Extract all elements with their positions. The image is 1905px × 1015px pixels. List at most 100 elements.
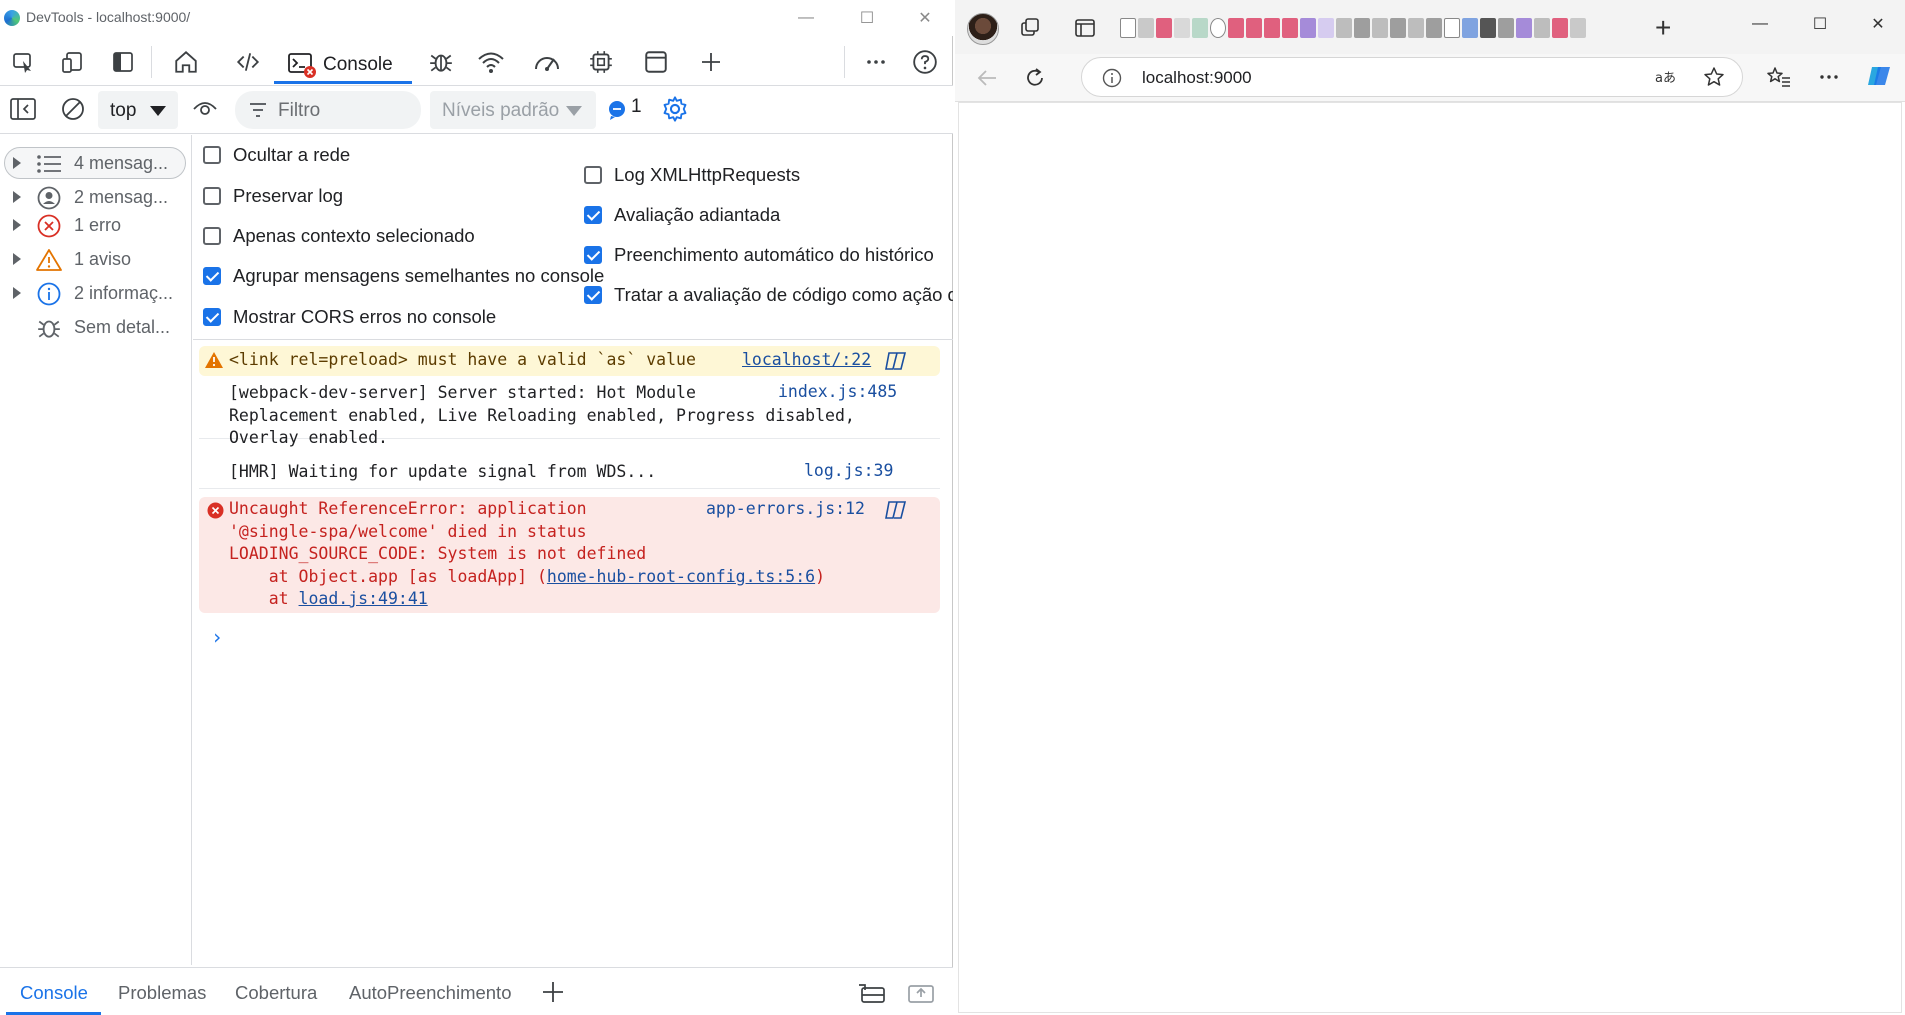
tab-favicon-icon[interactable]	[1498, 18, 1514, 38]
browser-close-button[interactable]: ✕	[1855, 10, 1901, 38]
expand-arrow-icon[interactable]	[13, 219, 21, 231]
stack-frame-link[interactable]: load.js:49:41	[299, 589, 428, 608]
dock-side-icon[interactable]	[106, 46, 140, 78]
tab-favicon-icon[interactable]	[1174, 18, 1190, 38]
copilot-icon[interactable]	[1865, 62, 1893, 90]
expand-arrow-icon[interactable]	[13, 157, 21, 169]
drawer-tab-problems[interactable]: Problemas	[118, 982, 206, 1004]
sidebar-item-errors[interactable]: 1 erro	[0, 208, 190, 242]
browser-maximize-button[interactable]: ☐	[1797, 10, 1843, 38]
sidebar-item-messages[interactable]: 4 mensag...	[0, 146, 190, 180]
profile-avatar[interactable]	[967, 13, 999, 45]
tab-favicon-icon[interactable]	[1408, 18, 1424, 38]
tab-favicon-icon[interactable]	[1444, 18, 1460, 38]
tab-favicon-icon[interactable]	[1120, 18, 1136, 38]
close-drawer-icon[interactable]	[908, 982, 934, 1009]
copilot-explain-icon[interactable]	[885, 352, 907, 374]
reload-icon[interactable]	[1021, 64, 1049, 92]
more-options-icon[interactable]	[859, 46, 893, 78]
home-icon[interactable]	[169, 46, 203, 78]
log-levels-dropdown[interactable]: Níveis padrão	[430, 91, 596, 129]
favorites-list-icon[interactable]	[1765, 63, 1793, 91]
inspect-element-icon[interactable]	[6, 46, 40, 78]
tab-favicon-icon[interactable]	[1570, 18, 1586, 38]
drawer-tab-console[interactable]: Console	[20, 982, 88, 1004]
checkbox-checked[interactable]	[203, 308, 221, 326]
drawer-tab-autofill[interactable]: AutoPreenchimento	[349, 982, 512, 1004]
drawer-tab-coverage[interactable]: Cobertura	[235, 982, 317, 1004]
clear-console-icon[interactable]	[56, 93, 90, 125]
sidebar-item-verbose[interactable]: Sem detal...	[0, 310, 190, 344]
elements-icon[interactable]	[231, 46, 265, 78]
expand-arrow-icon[interactable]	[13, 253, 21, 265]
address-bar[interactable]: localhost:9000 aあ	[1081, 57, 1743, 97]
expand-arrow-icon[interactable]	[13, 287, 21, 299]
checkbox-checked[interactable]	[584, 286, 602, 304]
setting-selected-context-only[interactable]: Apenas contexto selecionado	[203, 222, 475, 250]
checkbox[interactable]	[584, 166, 602, 184]
live-expression-eye-icon[interactable]	[188, 93, 222, 125]
sidebar-item-info[interactable]: 2 informaç...	[0, 276, 190, 310]
tab-favicon-icon[interactable]	[1192, 18, 1208, 38]
tab-favicon-icon[interactable]	[1390, 18, 1406, 38]
show-sidebar-icon[interactable]	[6, 93, 40, 125]
stack-frame-link[interactable]: home-hub-root-config.ts:5:6	[547, 567, 815, 586]
tab-favicon-icon[interactable]	[1300, 18, 1316, 38]
dock-drawer-icon[interactable]	[858, 982, 886, 1009]
checkbox[interactable]	[203, 227, 221, 245]
settings-more-icon[interactable]	[1815, 63, 1843, 91]
new-tab-plus-icon[interactable]: +	[1655, 12, 1671, 44]
back-arrow-icon[interactable]	[973, 64, 1001, 92]
setting-log-xhr[interactable]: Log XMLHttpRequests	[584, 161, 800, 189]
tab-favicon-icon[interactable]	[1156, 18, 1172, 38]
network-wifi-icon[interactable]	[474, 46, 508, 78]
issues-chat-icon[interactable]	[607, 100, 627, 125]
tab-favicon-icon[interactable]	[1552, 18, 1568, 38]
console-settings-gear-icon[interactable]	[661, 95, 689, 128]
tab-favicon-icon[interactable]	[1210, 18, 1226, 38]
hmr-source-link[interactable]: log.js:39	[804, 461, 893, 480]
memory-chip-icon[interactable]	[584, 46, 618, 78]
tab-favicon-icon[interactable]	[1228, 18, 1244, 38]
more-tools-plus-icon[interactable]	[694, 46, 728, 78]
minimize-button[interactable]: —	[783, 4, 829, 32]
context-select[interactable]: top	[98, 91, 178, 129]
read-aloud-icon[interactable]: aあ	[1655, 67, 1679, 94]
warning-source-link[interactable]: localhost/:22	[742, 350, 871, 369]
setting-group-similar[interactable]: Agrupar mensagens semelhantes no console	[203, 262, 604, 290]
browser-minimize-button[interactable]: —	[1737, 10, 1783, 38]
tab-favicon-icon[interactable]	[1282, 18, 1298, 38]
sidebar-item-warnings[interactable]: 1 aviso	[0, 242, 190, 276]
checkbox-checked[interactable]	[584, 246, 602, 264]
filter-input[interactable]: Filtro	[235, 91, 421, 129]
copilot-explain-icon[interactable]	[885, 501, 907, 523]
web-page-viewport[interactable]	[958, 102, 1902, 1013]
checkbox-checked[interactable]	[203, 267, 221, 285]
setting-hide-network[interactable]: Ocultar a rede	[203, 141, 350, 169]
checkbox-checked[interactable]	[584, 206, 602, 224]
setting-show-cors-errors[interactable]: Mostrar CORS erros no console	[203, 303, 496, 331]
vertical-tabs-icon[interactable]	[1071, 14, 1099, 42]
tab-favicon-icon[interactable]	[1138, 18, 1154, 38]
site-info-icon[interactable]	[1102, 68, 1122, 93]
tab-favicon-icon[interactable]	[1318, 18, 1334, 38]
checkbox[interactable]	[203, 187, 221, 205]
debugger-bug-icon[interactable]	[424, 46, 458, 78]
performance-gauge-icon[interactable]	[530, 46, 564, 78]
tab-favicon-icon[interactable]	[1372, 18, 1388, 38]
tab-favicon-icon[interactable]	[1354, 18, 1370, 38]
issues-count[interactable]: 1	[631, 96, 642, 118]
expand-arrow-icon[interactable]	[13, 191, 21, 203]
setting-autocomplete-history[interactable]: Preenchimento automático do histórico	[584, 241, 934, 269]
setting-eager-evaluation[interactable]: Avaliação adiantada	[584, 201, 780, 229]
close-button[interactable]: ✕	[902, 4, 948, 32]
tab-favicon-icon[interactable]	[1534, 18, 1550, 38]
checkbox[interactable]	[203, 146, 221, 164]
tab-favicon-icon[interactable]	[1516, 18, 1532, 38]
tab-favicon-icon[interactable]	[1462, 18, 1478, 38]
maximize-button[interactable]: ☐	[844, 4, 890, 32]
tab-console[interactable]: Console	[274, 42, 412, 84]
setting-preserve-log[interactable]: Preservar log	[203, 182, 343, 210]
setting-treat-eval-as-user-action[interactable]: Tratar a avaliação de código como ação d	[584, 281, 953, 309]
application-icon[interactable]	[639, 46, 673, 78]
